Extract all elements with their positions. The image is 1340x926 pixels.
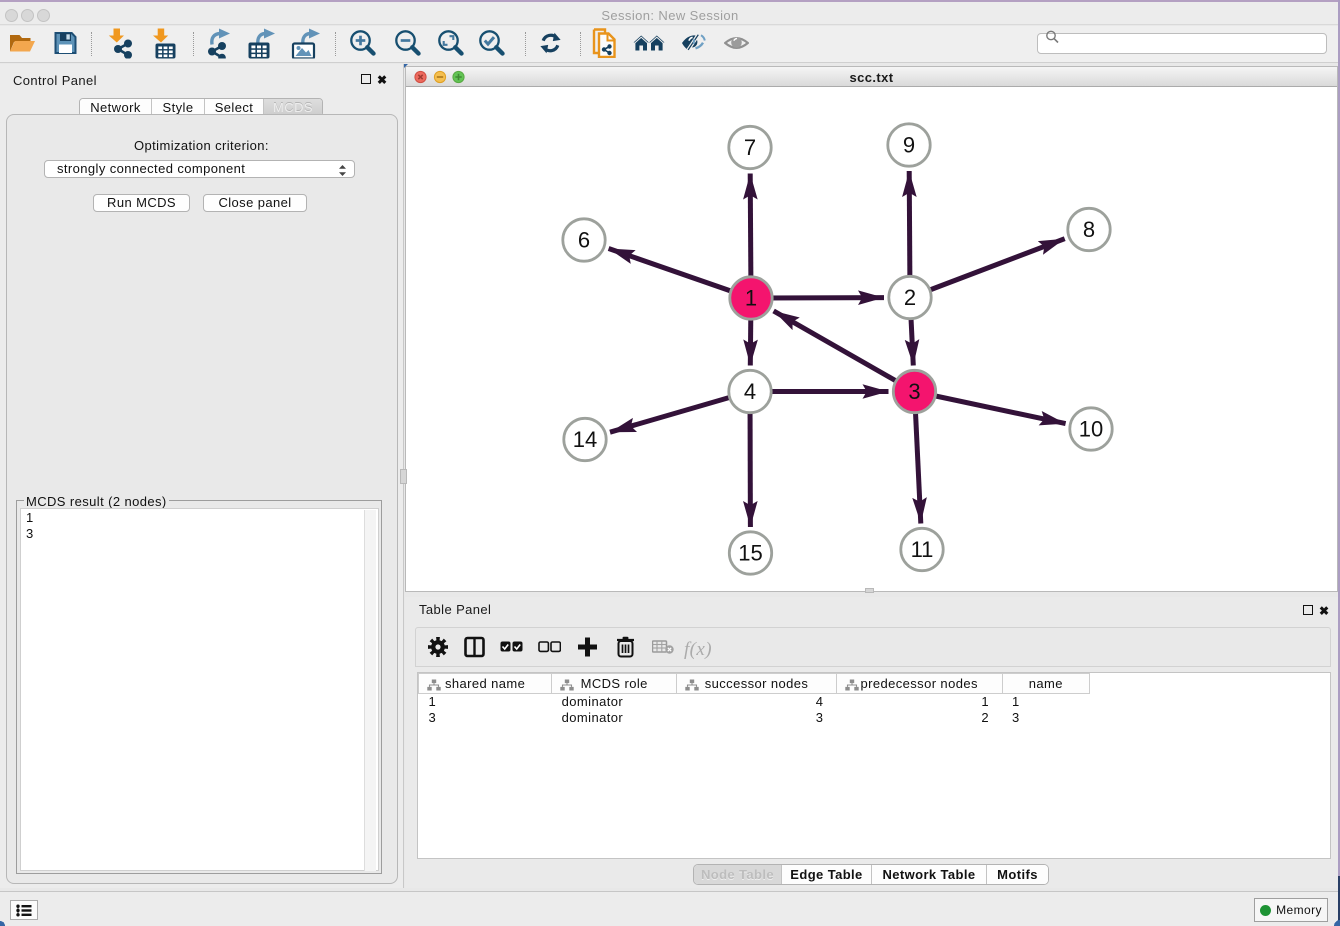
svg-text:11: 11 [911, 537, 934, 562]
svg-text:6: 6 [578, 228, 590, 253]
svg-text:10: 10 [1079, 417, 1103, 442]
svg-text:9: 9 [903, 133, 915, 158]
svg-text:8: 8 [1083, 217, 1095, 242]
svg-text:2: 2 [904, 285, 916, 310]
svg-text:1: 1 [745, 286, 757, 311]
svg-text:3: 3 [908, 379, 920, 404]
svg-text:14: 14 [573, 427, 597, 452]
svg-text:15: 15 [738, 541, 762, 566]
svg-text:4: 4 [744, 379, 756, 404]
svg-text:7: 7 [744, 135, 756, 160]
